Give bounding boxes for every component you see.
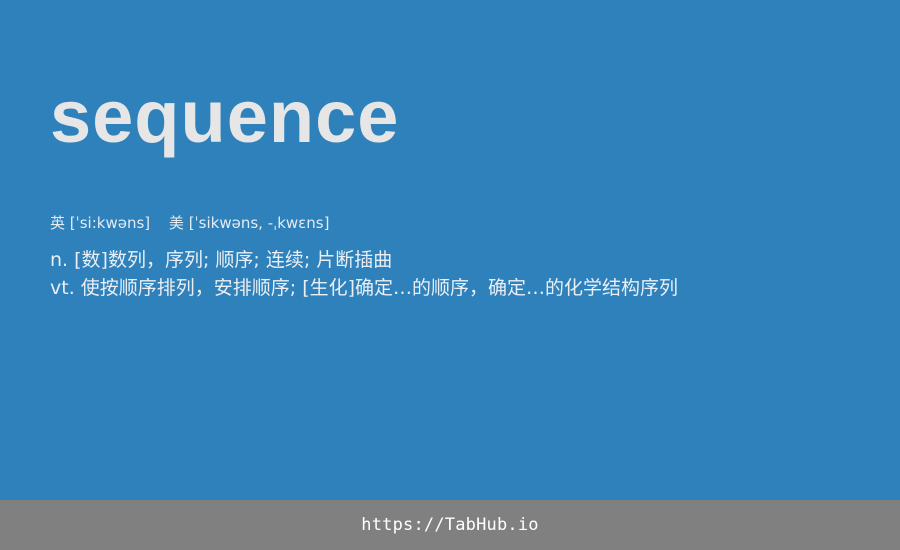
dictionary-card: sequence 英 [ˈsi:kwəns] 美 [ˈsikwəns, -ˌkw… — [0, 0, 900, 500]
definitions: n. [数]数列，序列; 顺序; 连续; 片断插曲 vt. 使按顺序排列，安排顺… — [50, 246, 678, 302]
phonetic-uk: 英 [ˈsi:kwəns] — [50, 214, 151, 232]
phonetics: 英 [ˈsi:kwəns] 美 [ˈsikwəns, -ˌkwɛns] — [50, 212, 329, 234]
definition-noun: n. [数]数列，序列; 顺序; 连续; 片断插曲 — [50, 249, 393, 271]
phonetic-us: 美 [ˈsikwəns, -ˌkwɛns] — [168, 214, 330, 232]
tabhub-link[interactable]: https://TabHub.io — [361, 515, 538, 535]
definition-verb: vt. 使按顺序排列，安排顺序; [生化]确定…的顺序，确定…的化学结构序列 — [50, 277, 679, 299]
headword: sequence — [50, 75, 400, 158]
footer-bar: https://TabHub.io — [0, 500, 900, 550]
